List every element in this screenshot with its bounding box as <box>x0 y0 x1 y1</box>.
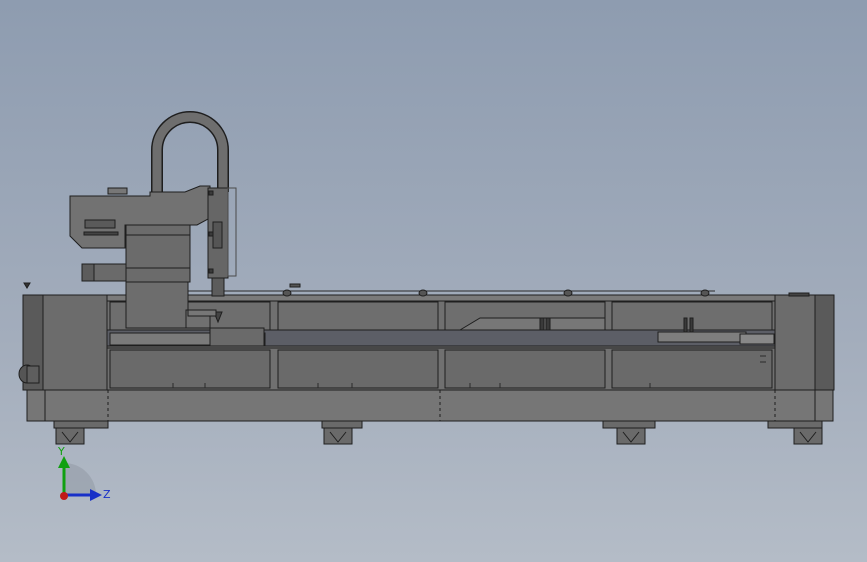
y-axis-label: Y <box>57 445 65 458</box>
machine-base-frame <box>26 389 834 422</box>
left-end-cabinet <box>18 294 108 391</box>
z-axis-label: Z <box>103 488 111 501</box>
cad-viewport[interactable]: Y Z <box>0 0 867 562</box>
right-end-cabinet <box>774 292 835 391</box>
machine-bed <box>106 283 776 391</box>
x-axis-origin-dot <box>60 492 68 500</box>
